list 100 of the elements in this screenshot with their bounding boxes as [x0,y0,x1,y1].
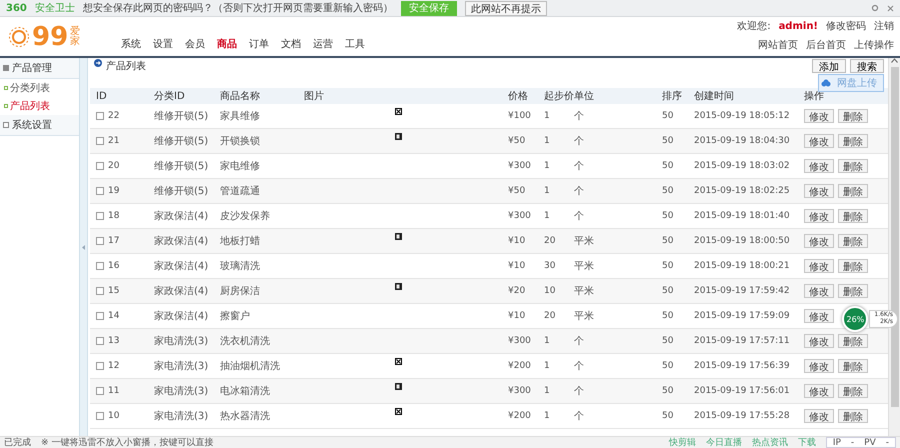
column-header: 操作 [804,90,825,103]
id-cell: 21 [108,136,120,146]
quick-link[interactable]: 上传操作 [854,38,894,52]
sidebar-item[interactable]: 产品列表 [0,97,79,115]
row-action-button[interactable]: 删除 [838,384,868,398]
id-cell: 12 [108,361,120,371]
created-cell-text: 2015-09-19 17:59:42 [694,286,791,296]
price-cell-text: ¥300 [508,161,532,171]
row-checkbox[interactable] [96,187,104,195]
row-action-button[interactable]: 修改 [804,134,834,148]
row-action-button[interactable]: 修改 [804,284,834,298]
user-link[interactable]: 修改密码 [826,19,866,33]
row-action-button[interactable]: 修改 [804,184,834,198]
row-checkbox[interactable] [96,112,104,120]
row-action-button[interactable]: 删除 [838,134,868,148]
nav-item[interactable]: 工具 [345,37,366,51]
row-checkbox[interactable] [96,337,104,345]
sidebar-item[interactable]: 分类列表 [0,79,79,97]
nav-item[interactable]: 文档 [281,37,302,51]
close-icon[interactable] [887,4,894,12]
image-icon [394,133,402,140]
dismiss-button[interactable]: 此网站不再提示 [464,0,547,16]
row-checkbox[interactable] [96,312,104,320]
start-cell-text: 1 [544,136,551,146]
id-cell: 19 [108,186,120,196]
row-checkbox[interactable] [96,237,104,245]
nav-item[interactable]: 商品 [217,37,238,51]
row-action-button[interactable]: 修改 [804,309,834,323]
name-cell-text: 洗衣机清洗 [220,334,271,348]
sidebar-group[interactable]: 系统设置 [0,115,79,136]
row-action-button[interactable]: 修改 [804,334,834,348]
row-action-button[interactable]: 修改 [804,359,834,373]
nav-item[interactable]: 系统 [121,37,142,51]
row-action-button[interactable]: 修改 [804,159,834,173]
row-action-button[interactable]: 删除 [838,259,868,273]
sort-cell-text: 50 [662,286,674,296]
created-cell-text: 2015-09-19 17:57:11 [694,336,791,346]
row-action-button[interactable]: 修改 [804,259,834,273]
category-cell-text: 维修开锁(5) [154,110,210,123]
row-action-button[interactable]: 删除 [838,184,868,198]
row-checkbox[interactable] [96,162,104,170]
sort-cell-text: 50 [662,136,674,146]
row-checkbox[interactable] [96,262,104,270]
scroll-up-icon [891,58,898,63]
row-checkbox[interactable] [96,362,104,370]
row-action-button[interactable]: 修改 [804,209,834,223]
collapse-icon[interactable] [82,244,85,250]
quick-link[interactable]: 网站首页 [758,38,798,52]
name-cell-text: 管道疏通 [220,184,261,198]
user-link[interactable]: 注销 [874,19,894,33]
sidebar-group[interactable]: 产品管理 [0,58,79,79]
status-text: 已完成 [4,436,31,448]
row-action-button[interactable]: 删除 [838,109,868,123]
row-checkbox[interactable] [96,412,104,420]
category-cell-text: 家政保洁(4) [154,234,210,248]
category-cell-text: 家电清洗(3) [154,334,210,348]
row-checkbox[interactable] [96,287,104,295]
name-cell-text: 擦窗户 [220,310,251,323]
unit-cell-text: 个 [574,110,585,123]
row-action-button[interactable]: 修改 [804,384,834,398]
nav-item[interactable]: 订单 [249,37,270,51]
page-title: 产品列表 [106,60,146,73]
id-cell: 18 [108,211,120,221]
row-action-button[interactable]: 修改 [804,234,834,248]
nav-item[interactable]: 设置 [153,37,174,51]
price-cell-text: ¥20 [508,286,526,296]
column-header: 排序 [662,90,683,103]
column-header: 商品名称 [220,90,261,103]
row-action-button[interactable]: 删除 [838,284,868,298]
start-cell-text: 1 [544,411,551,421]
row-action-button[interactable]: 删除 [838,334,868,348]
sort-cell-text: 50 [662,311,674,321]
unit-cell-text: 个 [574,210,585,223]
nav-item[interactable]: 运营 [313,37,334,51]
column-header: 起步价 [544,90,574,103]
row-checkbox[interactable] [96,212,104,220]
image-icon [394,283,402,290]
welcome-label: 欢迎您: [737,20,771,33]
toolbar-button[interactable]: 搜索 [850,59,884,73]
row-action-button[interactable]: 删除 [838,409,868,423]
row-action-button[interactable]: 删除 [838,234,868,248]
row-action-button[interactable]: 修改 [804,409,834,423]
nav-item[interactable]: 会员 [185,37,206,51]
row-checkbox[interactable] [96,137,104,145]
quick-link[interactable]: 后台首页 [806,38,846,52]
row-checkbox[interactable] [96,387,104,395]
row-action-button[interactable]: 删除 [838,359,868,373]
cloud-icon [821,79,831,87]
created-cell-text: 2015-09-19 17:56:01 [694,386,791,396]
unit-cell-text: 平米 [574,284,595,298]
toolbar-button[interactable]: 添加 [812,59,846,73]
row-action-button[interactable]: 删除 [838,209,868,223]
name-cell-text: 电冰箱清洗 [220,384,271,398]
sort-cell-text: 50 [662,211,674,221]
row-action-button[interactable]: 删除 [838,159,868,173]
category-cell-text: 家政保洁(4) [154,284,210,298]
sort-cell-text: 50 [662,386,674,396]
row-action-button[interactable]: 修改 [804,109,834,123]
created-cell-text: 2015-09-19 17:59:09 [694,311,791,321]
image-icon [394,233,402,240]
